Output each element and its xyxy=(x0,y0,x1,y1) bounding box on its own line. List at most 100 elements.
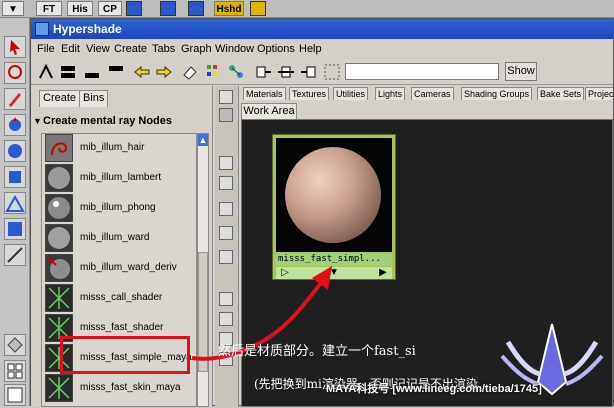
swatch-preview xyxy=(276,138,392,252)
list-item[interactable]: mib_illum_hair xyxy=(42,134,196,164)
shiny-sphere-icon xyxy=(45,194,73,222)
small-icons-icon[interactable] xyxy=(219,156,233,170)
layout-grid-icon[interactable] xyxy=(4,384,26,406)
layout-four-icon[interactable] xyxy=(4,360,26,382)
tab-shading-groups[interactable]: Shading Groups xyxy=(461,87,533,100)
medium-icons-icon[interactable] xyxy=(219,176,233,190)
tab-utilities[interactable]: Utilities xyxy=(333,87,369,100)
lasso-tool-icon[interactable] xyxy=(4,62,26,84)
green-spark-icon xyxy=(45,374,73,402)
tab-work-area[interactable]: Work Area xyxy=(241,103,297,119)
yellow-grid-icon[interactable] xyxy=(250,1,266,16)
hair-curl-icon xyxy=(45,134,73,162)
top-tab-bar: Materials Textures Utilities Lights Came… xyxy=(241,86,613,100)
show-bottom-icon[interactable] xyxy=(83,63,101,81)
menu-graph[interactable]: Graph xyxy=(181,42,212,56)
graph-network-icon[interactable] xyxy=(227,63,245,81)
title-bar[interactable]: Hypershade xyxy=(31,19,613,39)
clear-search-icon[interactable] xyxy=(323,63,341,81)
menu-window[interactable]: Window xyxy=(215,42,254,56)
gray-sphere-icon xyxy=(45,164,73,192)
menu-options[interactable]: Options xyxy=(257,42,295,56)
list-item[interactable]: mib_illum_ward xyxy=(42,224,196,254)
rotate-tool-icon[interactable] xyxy=(4,140,26,162)
menu-edit[interactable]: Edit xyxy=(61,42,80,56)
shelf-button-hshd[interactable]: Hshd xyxy=(214,1,244,16)
paint-tool-icon[interactable] xyxy=(4,88,26,110)
manipulator-tool-icon[interactable] xyxy=(4,192,26,214)
watermark-text: MAYA科技号 [www.lineeg.com/tieba/1745] xyxy=(326,383,542,395)
list-item-label: mib_illum_phong xyxy=(80,202,156,213)
shelf-dropdown-button[interactable]: ▼ xyxy=(2,1,24,16)
play-right-icon[interactable]: ▶ xyxy=(376,267,390,279)
list-item-label: misss_fast_skin_maya xyxy=(80,382,181,393)
select-tool-icon[interactable] xyxy=(4,36,26,58)
shelf-button-ft[interactable]: FT xyxy=(36,1,62,16)
show-top-icon[interactable] xyxy=(107,63,125,81)
shelf-bar: ▼ FT His CP Hshd xyxy=(0,0,614,18)
material-sphere xyxy=(285,147,381,243)
green-spark-icon xyxy=(45,284,73,312)
move-tool-icon[interactable] xyxy=(4,114,26,136)
search-input[interactable] xyxy=(345,63,499,80)
tab-bake-sets[interactable]: Bake Sets xyxy=(537,87,585,100)
menu-tabs[interactable]: Tabs xyxy=(152,42,175,56)
eraser-icon[interactable] xyxy=(181,63,199,81)
toolbox xyxy=(0,18,30,406)
tab-textures[interactable]: Textures xyxy=(289,87,330,100)
show-manipulator-icon[interactable] xyxy=(4,244,26,266)
tab-cameras[interactable]: Cameras xyxy=(411,87,454,100)
window-title: Hypershade xyxy=(53,22,122,36)
arrange-nodes-icon[interactable] xyxy=(205,63,223,81)
show-button[interactable]: Show xyxy=(505,62,537,81)
list-item[interactable]: mib_illum_ward_deriv xyxy=(42,254,196,284)
menu-view[interactable]: View xyxy=(86,42,110,56)
arrow-right-icon[interactable] xyxy=(155,63,173,81)
list-item[interactable]: misss_call_shader xyxy=(42,284,196,314)
tab-bins[interactable]: Bins xyxy=(79,90,109,107)
arrow-left-icon[interactable] xyxy=(133,63,151,81)
tab-lights[interactable]: Lights xyxy=(375,87,406,100)
input-connections-icon[interactable] xyxy=(255,63,273,81)
menu-create[interactable]: Create xyxy=(114,42,147,56)
list-item[interactable]: misss_fast_skin_maya xyxy=(42,374,196,404)
shelf-button-cp[interactable]: CP xyxy=(98,1,122,16)
tab-materials[interactable]: Materials xyxy=(243,87,286,100)
menu-file[interactable]: File xyxy=(37,42,55,56)
blue-cube-icon[interactable] xyxy=(160,1,176,16)
input-output-connections-icon[interactable] xyxy=(277,63,295,81)
scale-tool-icon[interactable] xyxy=(4,166,26,188)
list-item-label: mib_illum_ward xyxy=(80,232,150,243)
blue-cube-icon[interactable] xyxy=(126,1,142,16)
list-item-label: mib_illum_ward_deriv xyxy=(80,262,177,273)
list-item-label: misss_call_shader xyxy=(80,292,163,303)
collapse-triangle-icon[interactable]: ▼ xyxy=(33,116,43,126)
list-item-label: mib_illum_hair xyxy=(80,142,145,153)
extra-large-icons-icon[interactable] xyxy=(219,226,233,240)
large-icons-icon[interactable] xyxy=(219,202,233,216)
swatch-mode-icon[interactable] xyxy=(219,90,233,104)
panel-header: Create mental ray Nodes xyxy=(43,115,172,127)
list-mode-icon[interactable] xyxy=(219,108,233,122)
scroll-up-icon[interactable]: ▲ xyxy=(198,134,208,146)
layout-single-icon[interactable] xyxy=(4,334,26,356)
annotation-arrow xyxy=(191,266,332,361)
blue-cube-icon[interactable] xyxy=(188,1,204,16)
graph-layout-icon[interactable] xyxy=(37,63,55,81)
list-item[interactable]: mib_illum_lambert xyxy=(42,164,196,194)
menu-bar: File Edit View Create Tabs Graph Window … xyxy=(31,40,613,58)
soft-mod-tool-icon[interactable] xyxy=(4,218,26,240)
menu-help[interactable]: Help xyxy=(299,42,322,56)
list-item-label: mib_illum_lambert xyxy=(80,172,162,183)
sphere-arrow-icon xyxy=(45,254,73,282)
output-connections-icon[interactable] xyxy=(299,63,317,81)
tab-create[interactable]: Create xyxy=(39,90,81,107)
tab-projects[interactable]: Projects xyxy=(585,87,613,100)
shelf-button-his[interactable]: His xyxy=(67,1,93,16)
annotation-highlight-box xyxy=(60,336,190,374)
window-icon xyxy=(35,22,49,36)
tutorial-caption-line1: 然后是材质部分。建立一个fast_si xyxy=(218,344,416,359)
show-top-bottom-icon[interactable] xyxy=(59,63,77,81)
gray-sphere-icon xyxy=(45,224,73,252)
list-item[interactable]: mib_illum_phong xyxy=(42,194,196,224)
